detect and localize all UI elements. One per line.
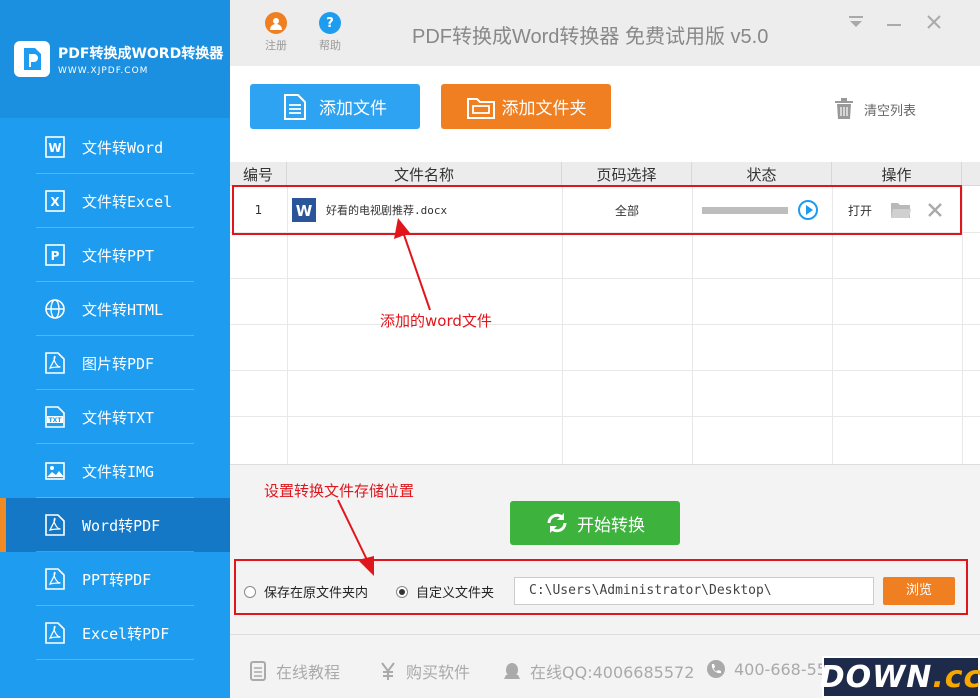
clear-list-button[interactable]: 清空列表 [834,98,916,120]
online-tutorial-label: 在线教程 [276,663,341,682]
sidebar-item-label: PPT转PDF [82,570,152,589]
sidebar-item-label: Excel转PDF [82,624,170,643]
highlight-box-file-row [232,185,962,235]
sidebar: PDF转换成WORD转换器 WWW.XJPDF.COM W 文件转Word X … [0,0,230,698]
ppt-icon: P [44,243,66,267]
column-header-filename: 文件名称 [287,162,562,186]
add-folder-button[interactable]: 添加文件夹 [441,84,611,129]
sidebar-item-ppt-to-pdf[interactable]: PPT转PDF [0,552,230,606]
sidebar-nav: W 文件转Word X 文件转Excel P 文件转PPT 文件转HTML 图片… [0,120,230,660]
phone-icon [706,659,726,679]
svg-text:X: X [50,195,60,209]
logo-title: PDF转换成WORD转换器 [58,45,224,62]
table-header: 编号 文件名称 页码选择 状态 操作 [230,162,980,186]
phone-info: 400-668-55 [706,659,827,679]
yen-icon [378,661,398,681]
column-header-pages: 页码选择 [562,162,692,186]
trash-icon [834,98,854,120]
pdf-icon [44,513,66,537]
register-label: 注册 [265,39,287,52]
add-file-icon [283,93,309,121]
help-icon: ? [319,12,341,34]
help-button[interactable]: ? 帮助 [310,12,350,53]
globe-icon [44,297,66,321]
sidebar-item-label: 文件转Word [82,138,164,157]
qq-icon [502,661,522,681]
add-folder-icon [466,93,495,121]
sidebar-item-excel-to-pdf[interactable]: Excel转PDF [0,606,230,660]
clear-list-label: 清空列表 [864,103,917,119]
highlight-box-output [234,559,968,615]
svg-text:TXT: TXT [49,417,63,424]
sidebar-item-label: 文件转TXT [82,408,155,427]
column-header-actions: 操作 [832,162,962,186]
app-title: PDF转换成Word转换器 免费试用版 v5.0 [412,26,769,48]
word-icon: W [44,135,66,159]
help-label: 帮助 [319,39,341,52]
start-convert-button[interactable]: 开始转换 [510,501,680,545]
sidebar-item-file-to-excel[interactable]: X 文件转Excel [0,174,230,228]
column-header-status: 状态 [692,162,832,186]
menu-dropdown-icon[interactable] [848,14,864,35]
register-button[interactable]: 注册 [256,12,296,53]
logo-url: WWW.XJPDF.COM [58,65,149,76]
watermark-main: DOWN [819,659,933,695]
watermark-logo: DOWN .cc [819,656,980,698]
add-file-label: 添加文件 [319,99,387,119]
toolbar: 添加文件 添加文件夹 清空列表 [230,66,980,162]
pdf-icon [44,351,66,375]
sidebar-item-image-to-pdf[interactable]: 图片转PDF [0,336,230,390]
pdf-icon [44,621,66,645]
sidebar-item-file-to-html[interactable]: 文件转HTML [0,282,230,336]
sidebar-item-file-to-img[interactable]: 文件转IMG [0,444,230,498]
document-icon [248,661,268,681]
sidebar-item-label: 文件转PPT [82,246,155,265]
column-header-index: 编号 [230,162,287,186]
online-tutorial-link[interactable]: 在线教程 [248,659,340,683]
buy-software-link[interactable]: 购买软件 [378,659,470,683]
minimize-icon[interactable] [886,14,902,35]
refresh-icon [545,511,569,535]
buy-software-label: 购买软件 [406,663,471,682]
sidebar-item-file-to-word[interactable]: W 文件转Word [0,120,230,174]
online-qq-label: 在线QQ:4006685572 [530,663,695,682]
annotation-arrow [394,218,431,311]
svg-text:P: P [51,249,60,263]
txt-icon: TXT [44,405,66,429]
start-convert-label: 开始转换 [577,515,645,536]
phone-label: 400-668-55 [734,659,827,679]
sidebar-item-label: 图片转PDF [82,354,155,373]
title-bar: 注册 ? 帮助 PDF转换成Word转换器 免费试用版 v5.0 [230,0,980,66]
sidebar-item-file-to-txt[interactable]: TXT 文件转TXT [0,390,230,444]
sidebar-item-label: 文件转IMG [82,462,155,481]
add-file-button[interactable]: 添加文件 [250,84,420,129]
pdf-icon [44,567,66,591]
sidebar-item-label: 文件转HTML [82,300,164,319]
sidebar-item-file-to-ppt[interactable]: P 文件转PPT [0,228,230,282]
watermark-suffix: .cc [932,659,980,695]
sidebar-item-word-to-pdf[interactable]: Word转PDF [0,498,230,552]
image-icon [44,459,66,483]
online-qq-link[interactable]: 在线QQ:4006685572 [502,659,694,683]
svg-text:W: W [48,141,61,155]
excel-icon: X [44,189,66,213]
close-window-icon[interactable] [926,14,942,35]
app-logo: PDF转换成WORD转换器 WWW.XJPDF.COM [0,0,230,118]
logo-icon [14,41,50,77]
annotation-file-note: 添加的word文件 [380,312,492,330]
add-folder-label: 添加文件夹 [501,99,587,119]
sidebar-item-label: 文件转Excel [82,192,173,211]
sidebar-item-label: Word转PDF [82,516,161,535]
user-icon [265,12,287,34]
